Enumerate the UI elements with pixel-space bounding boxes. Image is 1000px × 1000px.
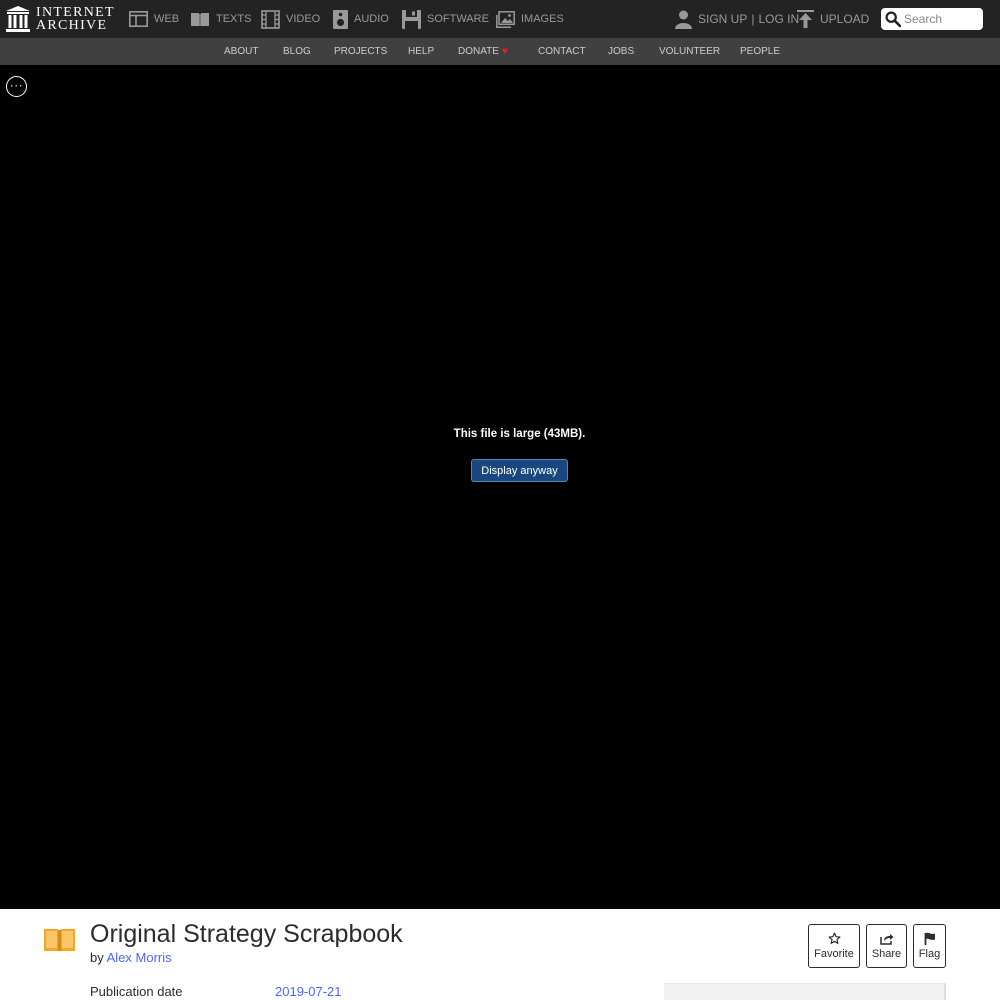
subnav-projects[interactable]: PROJECTS	[334, 38, 387, 65]
nav-video[interactable]: VIDEO	[261, 0, 320, 38]
share-icon	[879, 933, 893, 945]
flag-button[interactable]: Flag	[913, 924, 946, 968]
upload-label: UPLOAD	[820, 12, 870, 26]
nav-software[interactable]: SOFTWARE	[402, 0, 489, 38]
texts-icon	[191, 13, 209, 26]
flag-icon	[924, 932, 935, 945]
subnav-jobs[interactable]: JOBS	[608, 38, 634, 65]
more-options-button[interactable]: ···	[6, 76, 27, 97]
favorite-button[interactable]: Favorite	[808, 924, 860, 968]
user-links: SIGN UP | LOG IN	[674, 0, 799, 38]
metadata-key-publication-date: Publication date	[90, 984, 183, 999]
heart-icon: ♥	[501, 46, 508, 57]
byline: by Alex Morris	[90, 950, 172, 965]
subnav-help[interactable]: HELP	[408, 38, 434, 65]
archive-building-icon	[6, 6, 30, 32]
nav-web-label: WEB	[154, 13, 180, 25]
nav-software-label: SOFTWARE	[427, 13, 489, 25]
share-button[interactable]: Share	[866, 924, 907, 968]
share-label: Share	[871, 947, 902, 960]
audio-icon	[333, 9, 348, 29]
subnav-donate[interactable]: DONATE ♥	[458, 38, 508, 65]
images-icon	[496, 10, 515, 28]
more-options-icon: ···	[9, 77, 24, 92]
software-icon	[402, 9, 421, 29]
nav-audio-label: AUDIO	[354, 13, 389, 25]
top-nav: INTERNET ARCHIVE WEB TEXTS VIDEO AUDIO S…	[0, 0, 1000, 38]
web-icon	[129, 11, 148, 27]
nav-audio[interactable]: AUDIO	[333, 0, 389, 38]
search-icon[interactable]	[885, 11, 901, 27]
display-anyway-button[interactable]: Display anyway	[471, 459, 568, 482]
file-viewer: ··· This file is large (43MB). Display a…	[0, 65, 1000, 909]
favorite-label: Favorite	[814, 948, 854, 960]
auth-separator: |	[751, 12, 755, 26]
star-icon	[827, 932, 841, 944]
texts-icon	[44, 929, 75, 951]
secondary-nav: ABOUT BLOG PROJECTS HELP DONATE ♥ CONTACT…	[0, 38, 1000, 65]
video-icon	[261, 9, 280, 29]
nav-web[interactable]: WEB	[129, 0, 179, 38]
byline-prefix: by	[90, 950, 104, 965]
upload-link[interactable]: UPLOAD	[797, 0, 869, 38]
user-icon	[675, 10, 692, 29]
metadata-value-publication-date[interactable]: 2019-07-21	[275, 984, 342, 999]
subnav-volunteer[interactable]: VOLUNTEER	[659, 38, 720, 65]
log-in-link[interactable]: LOG IN	[758, 12, 799, 26]
side-panel	[664, 983, 946, 1000]
upload-icon	[797, 10, 814, 28]
search-input[interactable]	[904, 12, 980, 26]
large-file-message: This file is large (43MB).	[453, 428, 586, 440]
subnav-contact[interactable]: CONTACT	[538, 38, 586, 65]
subnav-donate-label: DONATE	[458, 46, 499, 57]
nav-video-label: VIDEO	[286, 13, 321, 25]
flag-label: Flag	[918, 948, 941, 960]
internet-archive-logo[interactable]: INTERNET ARCHIVE	[6, 5, 115, 33]
subnav-blog[interactable]: BLOG	[283, 38, 311, 65]
item-title: Original Strategy Scrapbook	[90, 920, 403, 948]
sign-up-link[interactable]: SIGN UP	[698, 12, 747, 26]
nav-texts-label: TEXTS	[216, 13, 252, 25]
subnav-people[interactable]: PEOPLE	[740, 38, 780, 65]
nav-texts[interactable]: TEXTS	[190, 0, 251, 38]
search-box	[881, 8, 983, 30]
subnav-about[interactable]: ABOUT	[224, 38, 258, 65]
logo-line-2: ARCHIVE	[36, 18, 108, 33]
nav-images[interactable]: IMAGES	[496, 0, 564, 38]
nav-images-label: IMAGES	[521, 13, 564, 25]
author-link[interactable]: Alex Morris	[107, 950, 172, 965]
